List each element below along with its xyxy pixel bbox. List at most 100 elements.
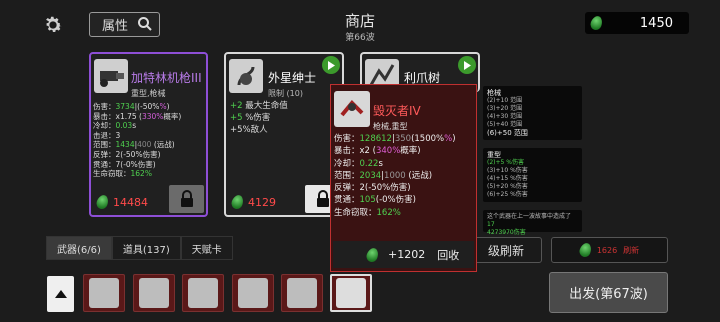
popup-weapon-name: 毁灭者IV — [373, 104, 421, 118]
weapon-slot[interactable] — [133, 274, 175, 312]
popup-stats: 伤害：128612|350(1500%%) 暴击：x2 (340%概率) 冷却：0.… — [334, 133, 456, 219]
set-line-active: (6)+50 范围 — [487, 129, 528, 137]
damage-value-cont: 4273970伤害 — [487, 229, 526, 236]
stat-label: 伤害： — [334, 134, 360, 144]
upgrade-refresh-button[interactable]: 级刷新 — [470, 237, 542, 263]
stat-value: 1434 — [115, 140, 135, 150]
material-gem-icon — [364, 246, 381, 263]
stat-line: 冷却：0.22s — [334, 158, 456, 170]
stat-line: 反弹：2(-50%伤害) — [93, 150, 161, 160]
set-line: (2)+10 范围 — [487, 97, 523, 104]
depart-button[interactable]: 出发(第67波) — [549, 272, 668, 313]
gatling-weapon-icon — [287, 278, 317, 308]
stat-value: 最大生命值 — [242, 101, 288, 111]
damage-report-panel: 这个武器在上一波故事中造成了17 4273970伤害 — [483, 210, 582, 236]
damage-report-text: 这个武器在上一波故事中造成了 — [487, 213, 572, 220]
lock-button[interactable] — [169, 185, 204, 213]
stat-line: 贯通：105(-0%伤害) — [334, 194, 456, 206]
stat-value: % — [159, 102, 167, 111]
stat-value: 概率) — [400, 146, 421, 157]
refresh-label: 级刷新 — [487, 243, 524, 258]
stat-value: 162% — [130, 169, 152, 179]
reroll-cost: 1626 — [596, 245, 618, 255]
shop-card-alien-gentleman[interactable]: 外星绅士 限制 (10) +2 最大生命值 +5 %伤害 +5%敌人 4129 — [224, 52, 344, 217]
set-bonus-panel-heavy: 重型 (2)+5 %伤害 (3)+10 %伤害 (4)+15 %伤害 (5)+2… — [483, 148, 582, 202]
set-line: (3)+20 范围 — [487, 105, 523, 112]
weapon-slot[interactable] — [281, 274, 323, 312]
set-title: 重型 — [487, 151, 501, 159]
stat-value: % — [444, 134, 453, 144]
stat-label: 范围： — [334, 170, 360, 181]
set-line: (6)+25 %伤害 — [487, 191, 528, 198]
stat-label: 贯通： — [334, 195, 360, 206]
attributes-label: 属性 — [102, 19, 129, 34]
stat-value: 1000 — [384, 170, 406, 181]
stat-label: 伤害： — [93, 102, 116, 111]
gatling-weapon-icon — [188, 278, 218, 308]
material-gem-icon — [577, 241, 593, 259]
weapon-slot[interactable] — [182, 274, 224, 312]
card-price: 4129 — [248, 195, 276, 209]
weapon-slot[interactable] — [232, 274, 274, 312]
stat-value: x2 ( — [359, 146, 376, 157]
stat-line: 伤害：128612|350(1500%%) — [334, 133, 456, 145]
stat-line: +2 最大生命值 — [230, 101, 288, 111]
destroyer-weapon-icon — [334, 91, 370, 127]
stat-label: 冷却： — [93, 121, 116, 131]
lock-icon — [316, 190, 329, 207]
gatling-weapon-icon — [94, 59, 128, 93]
stat-line: +5%敌人 — [230, 125, 268, 135]
stat-value: 7(-0%伤害) — [115, 159, 156, 169]
weapon-detail-popup: 毁灭者IV 枪械,重型 伤害：128612|350(1500%%) 暴击：x2 (… — [330, 84, 477, 272]
stat-value: 概率) — [163, 111, 182, 121]
set-title: 枪械 — [487, 89, 501, 97]
stat-label: 暴击： — [334, 146, 360, 157]
set-line: (4)+15 %伤害 — [487, 175, 528, 182]
stat-value: 3 — [115, 130, 121, 140]
stat-value: 3734 — [115, 102, 135, 111]
settings-gear-icon[interactable] — [40, 12, 66, 38]
shop-card-gatling[interactable]: 加特林机枪III 重型,枪械 伤害：3734|(-50%%) 暴击：x1.75 (… — [89, 52, 208, 217]
currency-display: 1450 — [585, 12, 689, 34]
stat-line: 范围：1434|400 (远战) — [93, 140, 175, 150]
set-line-active: (2)+5 %伤害 — [487, 159, 524, 166]
recycle-button[interactable]: +1202 回收 — [333, 241, 474, 268]
stat-value: (远战) — [151, 140, 175, 150]
lock-icon — [180, 190, 193, 207]
reroll-button[interactable]: 1626 刷新 — [551, 237, 668, 263]
card-tags: 重型,枪械 — [131, 89, 166, 98]
play-icon[interactable] — [458, 56, 476, 74]
stat-value: 0.03 — [115, 121, 133, 131]
depart-label: 出发(第67波) — [569, 287, 648, 302]
weapon-slot-selected[interactable] — [330, 274, 372, 312]
weapon-slot[interactable] — [83, 274, 125, 312]
stat-line: 范围：2034|1000 (远战) — [334, 170, 456, 182]
page-title: 商店 — [344, 12, 375, 30]
stat-value: 2(-50%伤害) — [115, 150, 161, 159]
stat-value: (1500% — [411, 134, 445, 144]
tab-weapons[interactable]: 武器(6/6) — [46, 236, 112, 260]
card-name: 加特林机枪III — [131, 71, 202, 85]
recycle-value: +1202 — [388, 248, 426, 261]
stat-label: 反弹： — [93, 150, 116, 159]
stat-value: x1.75 ( — [115, 111, 142, 121]
stat-value: +5%敌人 — [230, 125, 268, 135]
gatling-weapon-icon — [139, 278, 169, 308]
stat-value: s — [378, 158, 383, 169]
stat-line: 暴击：x2 (340%概率) — [334, 145, 456, 157]
destroyer-weapon-icon — [336, 278, 366, 308]
stat-line: 冷却：0.03s — [93, 121, 136, 131]
set-line: (5)+40 范围 — [487, 121, 523, 128]
stat-line: 生命窃取：162% — [93, 169, 152, 179]
stat-label: 生命窃取： — [334, 207, 377, 218]
attributes-button[interactable]: 属性 — [89, 12, 160, 37]
stat-value: 330% — [141, 111, 164, 121]
recycle-label: 回收 — [437, 248, 460, 262]
stat-line: 反弹：2(-50%伤害) — [334, 182, 456, 194]
tab-items[interactable]: 道具(137) — [111, 236, 181, 260]
card-price: 14484 — [113, 195, 148, 209]
tab-talent-cards[interactable]: 天赋卡 — [180, 236, 233, 260]
scroll-up-button[interactable] — [47, 276, 74, 312]
play-icon[interactable] — [322, 56, 340, 74]
damage-value: 17 — [487, 221, 495, 228]
